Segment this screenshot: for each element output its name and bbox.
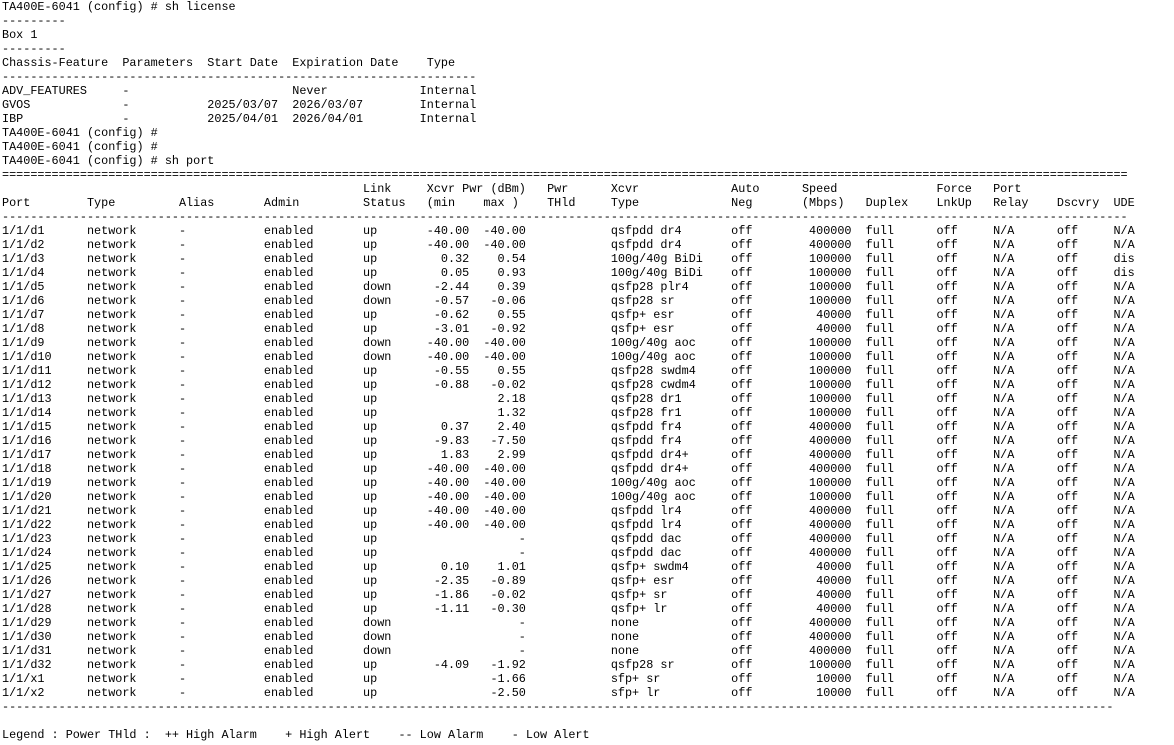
terminal-line: Link Xcvr Pwr (dBm) Pwr Xcvr Auto Speed … <box>2 182 1022 196</box>
terminal-line: 1/1/d24 network - enabled up - qsfpdd da… <box>2 546 1135 560</box>
terminal-line: 1/1/d32 network - enabled up -4.09 -1.92… <box>2 658 1135 672</box>
terminal-line: 1/1/d2 network - enabled up -40.00 -40.0… <box>2 238 1135 252</box>
terminal-line: 1/1/d30 network - enabled down - none of… <box>2 630 1135 644</box>
terminal-line: 1/1/d21 network - enabled up -40.00 -40.… <box>2 504 1135 518</box>
terminal-line: 1/1/d1 network - enabled up -40.00 -40.0… <box>2 224 1135 238</box>
terminal-line: TA400E-6041 (config) # sh port <box>2 154 215 168</box>
terminal-line: 1/1/d22 network - enabled up -40.00 -40.… <box>2 518 1135 532</box>
terminal-line: 1/1/d28 network - enabled up -1.11 -0.30… <box>2 602 1135 616</box>
terminal-line: TA400E-6041 (config) # sh license <box>2 0 236 14</box>
terminal-line: ========================================… <box>2 168 1128 182</box>
terminal-line: 1/1/d11 network - enabled up -0.55 0.55 … <box>2 364 1135 378</box>
terminal-line: 1/1/d18 network - enabled up -40.00 -40.… <box>2 462 1135 476</box>
terminal-line: ----------------------------------------… <box>2 210 1128 224</box>
terminal-line: 1/1/x2 network - enabled up -2.50 sfp+ l… <box>2 686 1135 700</box>
terminal-line: 1/1/d8 network - enabled up -3.01 -0.92 … <box>2 322 1135 336</box>
terminal-line: TA400E-6041 (config) # <box>2 140 158 154</box>
terminal-line: Port Type Alias Admin Status (min max ) … <box>2 196 1135 210</box>
terminal-line: 1/1/d12 network - enabled up -0.88 -0.02… <box>2 378 1135 392</box>
terminal-line: 1/1/d23 network - enabled up - qsfpdd da… <box>2 532 1135 546</box>
terminal-line: 1/1/d16 network - enabled up -9.83 -7.50… <box>2 434 1135 448</box>
terminal-line: 1/1/d3 network - enabled up 0.32 0.54 10… <box>2 252 1135 266</box>
terminal-line: ----------------------------------------… <box>2 70 477 84</box>
terminal-line: Legend : Power THld : ++ High Alarm + Hi… <box>2 728 590 742</box>
terminal-line: ----------------------------------------… <box>2 700 1114 714</box>
terminal-line: 1/1/d17 network - enabled up 1.83 2.99 q… <box>2 448 1135 462</box>
terminal-line: 1/1/d26 network - enabled up -2.35 -0.89… <box>2 574 1135 588</box>
terminal-line: 1/1/d4 network - enabled up 0.05 0.93 10… <box>2 266 1135 280</box>
terminal-line: 1/1/d7 network - enabled up -0.62 0.55 q… <box>2 308 1135 322</box>
terminal-line: 1/1/d19 network - enabled up -40.00 -40.… <box>2 476 1135 490</box>
terminal-line: 1/1/d9 network - enabled down -40.00 -40… <box>2 336 1135 350</box>
terminal-line: 1/1/d29 network - enabled down - none of… <box>2 616 1135 630</box>
terminal-line: 1/1/x1 network - enabled up -1.66 sfp+ s… <box>2 672 1135 686</box>
terminal-line: --------- <box>2 14 66 28</box>
terminal-line: GVOS - 2025/03/07 2026/03/07 Internal <box>2 98 477 112</box>
terminal-window[interactable]: TA400E-6041 (config) # sh license -------… <box>0 0 1174 745</box>
terminal-line: Box 1 <box>2 28 38 42</box>
terminal-line: 1/1/d13 network - enabled up 2.18 qsfp28… <box>2 392 1135 406</box>
terminal-line: 1/1/d14 network - enabled up 1.32 qsfp28… <box>2 406 1135 420</box>
terminal-line: 1/1/d27 network - enabled up -1.86 -0.02… <box>2 588 1135 602</box>
terminal-line: --------- <box>2 42 66 56</box>
terminal-line: Chassis-Feature Parameters Start Date Ex… <box>2 56 456 70</box>
terminal-line: IBP - 2025/04/01 2026/04/01 Internal <box>2 112 477 126</box>
terminal-line: 1/1/d15 network - enabled up 0.37 2.40 q… <box>2 420 1135 434</box>
terminal-line: 1/1/d25 network - enabled up 0.10 1.01 q… <box>2 560 1135 574</box>
terminal-line: 1/1/d5 network - enabled down -2.44 0.39… <box>2 280 1135 294</box>
terminal-line: 1/1/d10 network - enabled down -40.00 -4… <box>2 350 1135 364</box>
terminal-line: TA400E-6041 (config) # <box>2 126 158 140</box>
terminal-line: ADV_FEATURES - Never Internal <box>2 84 477 98</box>
terminal-line: 1/1/d6 network - enabled down -0.57 -0.0… <box>2 294 1135 308</box>
terminal-line: 1/1/d31 network - enabled down - none of… <box>2 644 1135 658</box>
terminal-line: 1/1/d20 network - enabled up -40.00 -40.… <box>2 490 1135 504</box>
